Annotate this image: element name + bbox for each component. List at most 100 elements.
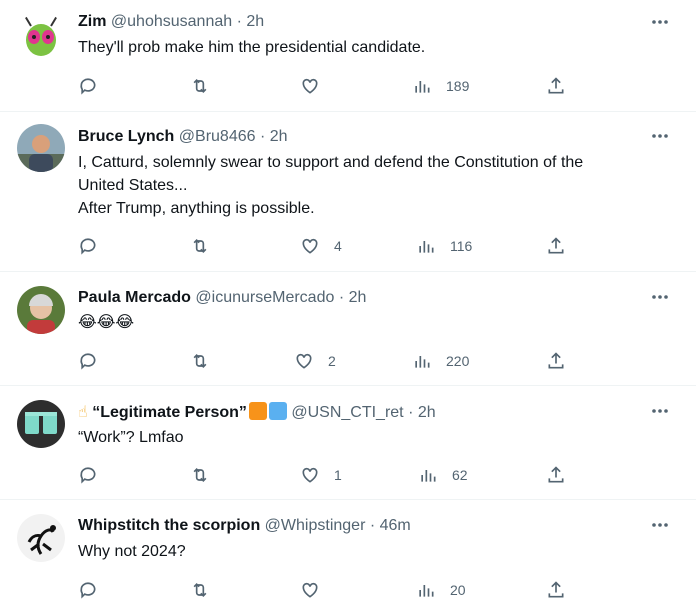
display-name[interactable]: Zim <box>78 13 106 30</box>
avatar[interactable] <box>17 124 65 172</box>
tweet-text-line: After Trump, anything is possible. <box>78 200 315 217</box>
views-icon <box>421 470 436 482</box>
share-icon <box>548 581 564 598</box>
timestamp[interactable]: 2h <box>349 289 367 306</box>
reply-button[interactable] <box>78 578 98 602</box>
tweet-text-line: Why not 2024? <box>78 543 186 560</box>
views-icon <box>419 585 434 597</box>
timestamp[interactable]: 46m <box>380 517 411 534</box>
handle[interactable]: @icunurseMercado <box>195 289 334 306</box>
like-count: 1 <box>334 467 342 483</box>
share-button[interactable] <box>546 463 566 487</box>
views-button[interactable]: 20 <box>416 578 466 602</box>
heart-icon <box>302 467 318 483</box>
like-button[interactable]: 2 <box>294 349 336 373</box>
retweet-icon <box>193 238 207 254</box>
reply-icon <box>80 78 96 95</box>
heart-icon <box>302 78 318 94</box>
reply-button[interactable] <box>78 234 98 258</box>
tweet-header: Bruce Lynch @Bru8466 · 2h <box>78 127 288 147</box>
timestamp[interactable]: 2h <box>246 13 264 30</box>
like-button[interactable] <box>300 74 334 98</box>
retweet-icon <box>193 467 207 483</box>
retweet-button[interactable] <box>190 74 210 98</box>
avatar[interactable] <box>17 400 65 448</box>
display-name[interactable]: Whipstitch the scorpion <box>78 517 260 534</box>
reply-button[interactable] <box>78 463 98 487</box>
heart-icon <box>302 582 318 598</box>
display-name[interactable]: “Legitimate Person” <box>92 404 247 421</box>
like-button[interactable]: 4 <box>300 234 342 258</box>
retweet-button[interactable] <box>190 463 210 487</box>
tweet-text: I, Catturd, solemnly swear to support an… <box>78 151 668 220</box>
timestamp[interactable]: 2h <box>270 128 288 145</box>
handle[interactable]: @USN_CTI_ret <box>291 404 403 421</box>
views-count: 20 <box>450 582 466 598</box>
views-icon <box>419 241 434 253</box>
tweet-header: Paula Mercado @icunurseMercado · 2h <box>78 288 366 308</box>
separator: · <box>236 13 242 30</box>
separator: · <box>338 289 345 306</box>
tweet-text-line: “Work”? Lmfao <box>78 429 184 446</box>
like-button[interactable] <box>300 578 334 602</box>
views-button[interactable]: 189 <box>412 74 469 98</box>
share-icon <box>548 77 564 94</box>
share-icon <box>548 237 564 254</box>
retweet-icon <box>193 582 207 598</box>
avatar[interactable] <box>17 514 65 562</box>
separator: · <box>408 404 414 421</box>
display-name[interactable]: Paula Mercado <box>78 289 191 306</box>
retweet-icon <box>193 353 207 369</box>
action-bar: 4 116 <box>78 234 598 258</box>
action-bar: 1 62 <box>78 463 598 487</box>
handle[interactable]: @Whipstinger <box>265 517 366 534</box>
tweet[interactable]: Zim @uhohsusannah · 2h They'll prob make… <box>0 0 696 112</box>
retweet-button[interactable] <box>190 349 210 373</box>
share-icon <box>548 466 564 483</box>
reply-button[interactable] <box>78 349 98 373</box>
tweet[interactable]: ☝ “Legitimate Person” @USN_CTI_ret · 2h … <box>0 386 696 500</box>
more-icon[interactable] <box>650 515 670 535</box>
share-button[interactable] <box>546 578 566 602</box>
more-icon[interactable] <box>650 287 670 307</box>
heart-icon <box>302 238 318 254</box>
tweet[interactable]: Paula Mercado @icunurseMercado · 2h 😂😂😂 … <box>0 272 696 386</box>
timestamp[interactable]: 2h <box>418 404 436 421</box>
reply-button[interactable] <box>78 74 98 98</box>
like-button[interactable]: 1 <box>300 463 342 487</box>
handle[interactable]: @Bru8466 <box>179 128 256 145</box>
tweet-text-line: They'll prob make him the presidential c… <box>78 39 426 56</box>
more-icon[interactable] <box>650 126 670 146</box>
tweet-header: Zim @uhohsusannah · 2h <box>78 12 264 32</box>
share-button[interactable] <box>546 74 566 98</box>
separator: · <box>369 517 376 534</box>
like-count: 4 <box>334 238 342 254</box>
share-button[interactable] <box>546 349 566 373</box>
separator: · <box>259 128 266 145</box>
tweet[interactable]: Bruce Lynch @Bru8466 · 2h I, Catturd, so… <box>0 112 696 272</box>
orange-square-icon <box>248 402 267 420</box>
views-button[interactable]: 116 <box>416 234 472 258</box>
avatar[interactable] <box>17 12 65 60</box>
display-name[interactable]: Bruce Lynch <box>78 128 174 145</box>
reply-icon <box>80 353 96 370</box>
tweet[interactable]: Whipstitch the scorpion @Whipstinger · 4… <box>0 500 696 600</box>
retweet-button[interactable] <box>190 234 210 258</box>
share-button[interactable] <box>546 234 566 258</box>
more-icon[interactable] <box>650 12 670 32</box>
pointing-hand-icon: ☝ <box>78 404 88 421</box>
views-count: 189 <box>446 78 470 94</box>
more-icon[interactable] <box>650 401 670 421</box>
tweet-header: ☝ “Legitimate Person” @USN_CTI_ret · 2h <box>78 402 436 423</box>
views-button[interactable]: 220 <box>412 349 469 373</box>
tweet-text: They'll prob make him the presidential c… <box>78 36 668 59</box>
tweet-text-line: I, Catturd, solemnly swear to support an… <box>78 154 584 171</box>
reply-icon <box>80 467 96 484</box>
avatar[interactable] <box>17 286 65 334</box>
views-button[interactable]: 62 <box>418 463 468 487</box>
share-icon <box>548 352 564 369</box>
handle[interactable]: @uhohsusannah <box>111 13 232 30</box>
retweet-button[interactable] <box>190 578 210 602</box>
views-icon <box>415 81 430 93</box>
action-bar: 189 <box>78 74 598 98</box>
